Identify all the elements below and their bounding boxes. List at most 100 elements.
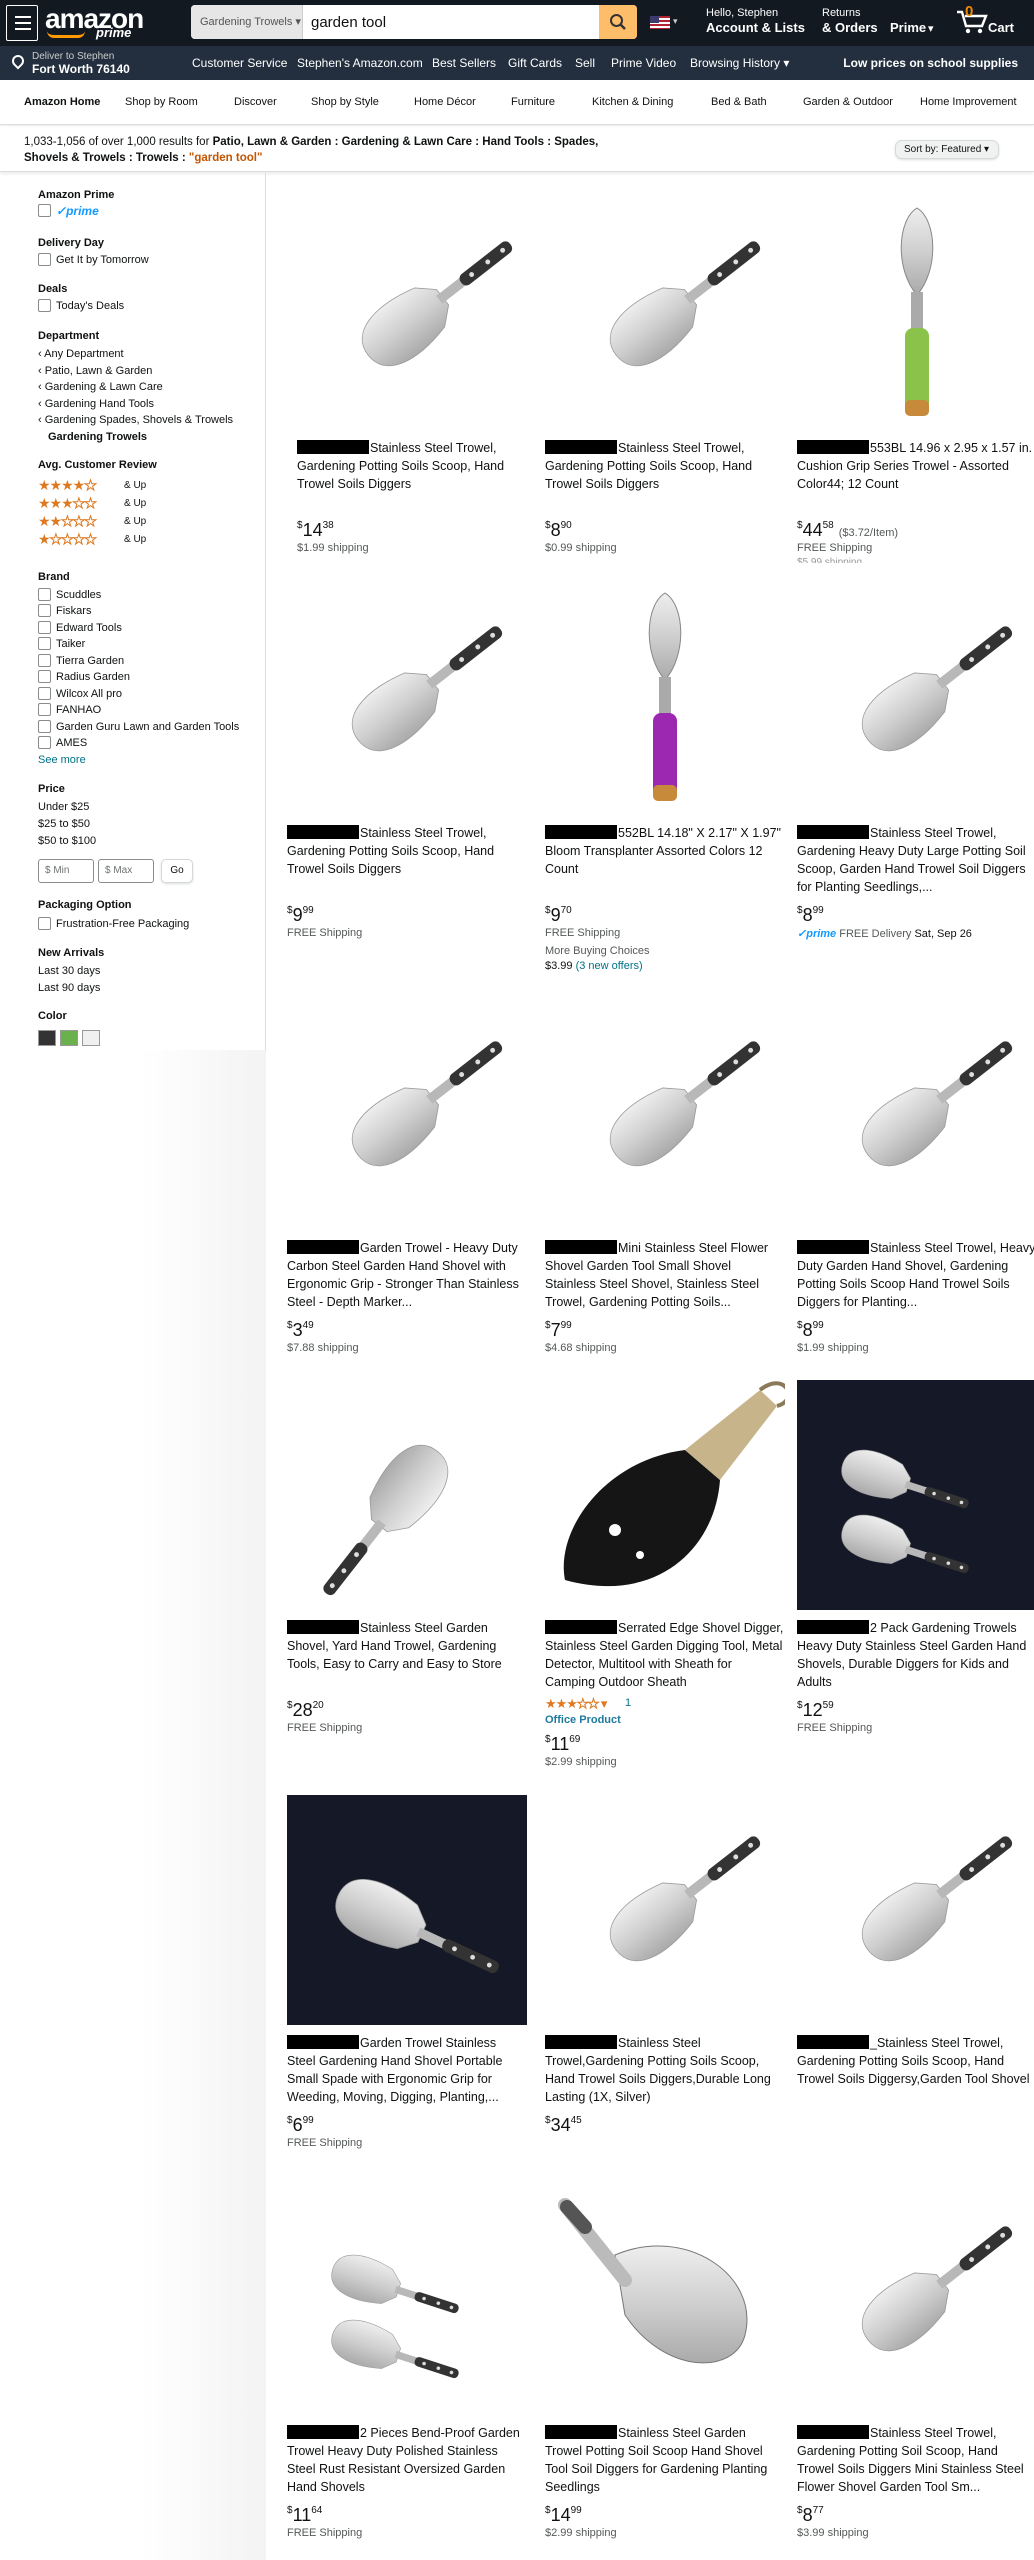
product-card[interactable]: Stainless Steel Garden Trowel Potting So… [545,2185,785,2545]
product-price[interactable]: $1169 [545,1730,580,1754]
cart-link[interactable]: Cart [988,20,1014,35]
product-image-link[interactable] [797,1795,1034,2025]
dept-link[interactable]: ‹ Patio, Lawn & Garden [38,365,152,377]
product-title[interactable]: Stainless Steel Trowel, Gardening Pottin… [287,824,527,878]
rating-4-up-stars[interactable]: ★★★★★ [38,478,97,493]
product-card[interactable]: 2 Pieces Bend-Proof Garden Trowel Heavy … [287,2185,527,2545]
dept-link[interactable]: ‹ Gardening Hand Tools [38,398,154,410]
product-image-link[interactable] [797,585,1034,815]
dept-link[interactable]: ‹ Gardening Spades, Shovels & Trowels [38,414,233,426]
product-card[interactable]: Serrated Edge Shovel Digger, Stainless S… [545,1380,791,1768]
deliver-to-location[interactable]: Deliver to Stephen Fort Worth 76140 [9,51,130,76]
returns-orders-link[interactable]: & Orders [822,20,878,35]
subnav-garden-outdoor[interactable]: Garden & Outdoor [803,96,893,108]
arrivals-link[interactable]: Last 90 days [38,982,100,994]
color-swatch-white[interactable] [82,1030,100,1046]
arrivals-link[interactable]: Last 30 days [38,965,100,977]
nav-browsing-history[interactable]: Browsing History ▾ [690,56,789,70]
product-image-link[interactable] [545,2185,785,2415]
product-card[interactable]: Garden Trowel Stainless Steel Gardening … [287,1795,527,2155]
product-price[interactable]: $890 [545,516,572,540]
product-price[interactable]: $899 [797,901,824,925]
product-image-link[interactable] [297,200,537,430]
subnav-amazon-home[interactable]: Amazon Home [24,96,100,108]
subnav-shop-by-style[interactable]: Shop by Style [311,96,379,108]
product-price[interactable]: $1499 [545,2501,582,2525]
color-swatch-green[interactable] [60,1030,78,1046]
price-range-link[interactable]: Under $25 [38,801,89,813]
rating-1-up-stars[interactable]: ★★★★★ [38,532,97,547]
product-card[interactable]: Stainless Steel Trowel, Gardening Pottin… [297,200,537,560]
product-price[interactable]: $1164 [287,2501,322,2525]
product-card[interactable]: Mini Stainless Steel Flower Shovel Garde… [545,1000,785,1360]
search-button[interactable] [599,5,637,39]
nav-prime-video[interactable]: Prime Video [611,56,676,70]
product-price[interactable]: $970 [545,901,572,925]
product-price[interactable]: $2820 [287,1696,324,1720]
brand-checkbox[interactable] [38,736,51,749]
product-card[interactable]: 552BL 14.18" X 2.17" X 1.97" Bloom Trans… [545,585,785,972]
product-card[interactable]: Stainless Steel Trowel, Heavy Duty Garde… [797,1000,1034,1360]
sort-dropdown[interactable]: Sort by: Featured ▾ [895,140,999,159]
product-price[interactable]: $877 [797,2501,824,2525]
product-title[interactable]: 553BL 14.96 x 2.95 x 1.57 in. Cushion Gr… [797,439,1034,493]
product-title[interactable]: Serrated Edge Shovel Digger, Stainless S… [545,1619,785,1691]
nav-sell[interactable]: Sell [575,56,595,70]
product-price[interactable]: $4458 ($3.72/Item) [797,516,898,543]
nav-customer-service[interactable]: Customer Service [192,56,287,70]
price-range-link[interactable]: $25 to $50 [38,818,90,830]
product-title[interactable]: Stainless Steel Trowel, Heavy Duty Garde… [797,1239,1034,1311]
product-rating-stars[interactable]: ★★★★★ ▾ [545,1696,607,1712]
product-title[interactable]: Stainless Steel Trowel, Gardening Pottin… [545,439,785,493]
rating-2-up-stars[interactable]: ★★★★★ [38,514,97,529]
product-image-link[interactable] [287,1795,527,2025]
price-go-button[interactable]: Go [161,859,193,883]
rating-3-up-stars[interactable]: ★★★★★ [38,496,97,511]
subnav-home-improvement[interactable]: Home Improvement [920,96,1017,108]
price-max-input[interactable]: $ Max [98,859,154,883]
product-title[interactable]: 2 Pieces Bend-Proof Garden Trowel Heavy … [287,2424,527,2496]
product-price[interactable]: $1438 [297,516,334,540]
product-image-link[interactable] [797,1380,1034,1610]
brand-checkbox[interactable] [38,687,51,700]
product-title[interactable]: 2 Pack Gardening Trowels Heavy Duty Stai… [797,1619,1034,1691]
brand-checkbox[interactable] [38,637,51,650]
product-card[interactable]: Stainless Steel Trowel, Gardening Heavy … [797,585,1034,945]
product-title[interactable]: Stainless Steel Trowel,Gardening Potting… [545,2034,785,2106]
subnav-home-decor[interactable]: Home Décor [414,96,476,108]
brand-checkbox[interactable] [38,621,51,634]
product-price[interactable]: $899 [797,1316,824,1340]
price-min-input[interactable]: $ Min [38,859,94,883]
price-range-link[interactable]: $50 to $100 [38,835,96,847]
product-title[interactable]: _Stainless Steel Trowel, Gardening Potti… [797,2034,1034,2088]
search-category-dropdown[interactable]: Gardening Trowels ▾ [191,5,303,39]
product-card[interactable]: 553BL 14.96 x 2.95 x 1.57 in. Cushion Gr… [797,200,1034,563]
product-image-link[interactable] [287,1380,527,1610]
subnav-discover[interactable]: Discover [234,96,277,108]
product-card[interactable]: Stainless Steel Trowel, Gardening Pottin… [287,585,527,945]
prime-checkbox[interactable] [38,204,51,217]
product-image-link[interactable] [287,1000,527,1230]
dept-link[interactable]: ‹ Gardening & Lawn Care [38,381,163,393]
product-rating-count[interactable]: 1 [625,1697,631,1709]
frustration-free-checkbox[interactable] [38,917,51,930]
product-image-link[interactable] [287,2185,527,2415]
subnav-bed-bath[interactable]: Bed & Bath [711,96,767,108]
product-price[interactable]: $3445 [545,2111,582,2135]
subnav-furniture[interactable]: Furniture [511,96,555,108]
product-card[interactable]: Garden Trowel - Heavy Duty Carbon Steel … [287,1000,527,1360]
brand-checkbox[interactable] [38,703,51,716]
product-card[interactable]: Stainless Steel Garden Shovel, Yard Hand… [287,1380,527,1740]
color-swatch-black[interactable] [38,1030,56,1046]
product-price[interactable]: $1259 [797,1696,834,1720]
product-image-link[interactable] [545,1380,791,1610]
product-price[interactable]: $999 [287,901,314,925]
subnav-shop-by-room[interactable]: Shop by Room [125,96,198,108]
account-lists-link[interactable]: Account & Lists [706,20,805,35]
product-title[interactable]: Garden Trowel Stainless Steel Gardening … [287,2034,527,2106]
nav-stephens-amazon[interactable]: Stephen's Amazon.com [297,56,423,70]
brands-see-more[interactable]: See more [38,754,86,766]
menu-icon[interactable] [6,5,38,41]
prime-menu[interactable]: Prime [890,20,926,35]
brand-checkbox[interactable] [38,720,51,733]
